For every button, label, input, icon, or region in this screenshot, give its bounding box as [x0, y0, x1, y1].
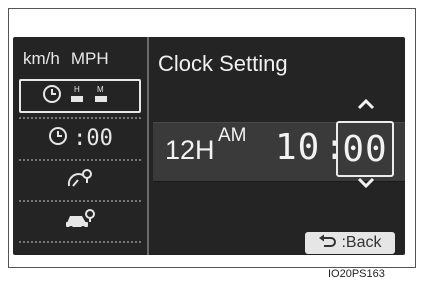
clock-date-icon: H M: [41, 83, 119, 110]
decrement-button[interactable]: [351, 174, 381, 196]
car-settings-icon: [64, 207, 96, 236]
sidebar-divider: [19, 200, 141, 202]
sidebar-item-gauge-settings[interactable]: [19, 163, 141, 197]
minutes-value: 00: [342, 128, 388, 170]
units-kmh-label: km/h: [23, 49, 60, 68]
units-toggle[interactable]: km/h MPH: [23, 49, 109, 69]
sidebar-item-car-settings[interactable]: [19, 204, 141, 238]
clock-digital-icon: [47, 125, 69, 152]
sidebar: km/h MPH H M :00: [13, 37, 149, 255]
sidebar-item-clock-date[interactable]: H M: [19, 79, 141, 113]
hours-value[interactable]: 10: [275, 127, 320, 168]
am-pm-indicator[interactable]: AM: [218, 125, 247, 147]
units-mph-label: MPH: [70, 49, 109, 68]
figure-caption: IO20PS163: [328, 268, 385, 280]
increment-button[interactable]: [351, 95, 381, 117]
sidebar-divider: [19, 117, 141, 119]
time-format-toggle[interactable]: 12H: [165, 135, 215, 166]
gauge-settings-icon: [65, 166, 95, 195]
sidebar-divider: [19, 241, 141, 243]
return-arrow-icon: [318, 234, 341, 253]
clock-digital-label: :00: [73, 125, 113, 151]
back-button[interactable]: :Back: [305, 232, 395, 254]
chevron-up-icon: [357, 97, 375, 115]
sidebar-divider: [19, 159, 141, 161]
svg-text:M: M: [97, 85, 104, 94]
minutes-field[interactable]: 00: [336, 121, 394, 177]
sidebar-item-clock-digital[interactable]: :00: [19, 121, 141, 155]
svg-text:H: H: [74, 85, 80, 94]
chevron-down-icon: [357, 176, 375, 194]
back-label: :Back: [341, 234, 382, 251]
display-screen: km/h MPH H M :00 Clock Setting 12H AM 10…: [13, 37, 405, 255]
page-title: Clock Setting: [158, 51, 288, 76]
